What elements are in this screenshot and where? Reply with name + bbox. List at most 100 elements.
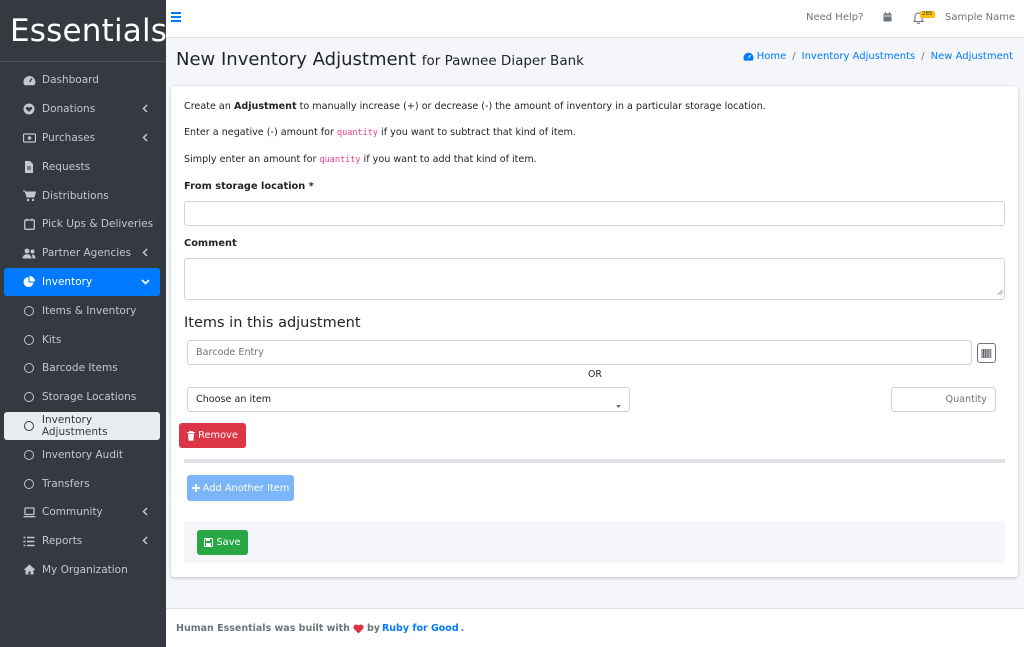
chevron-left-icon [140,506,150,518]
sidebar-item-purchases[interactable]: Purchases [4,124,160,153]
sidebar-item-inventory-audit[interactable]: Inventory Audit [4,440,160,469]
intro-line-1: Create an Adjustment to manually increas… [184,101,766,112]
items-divider [184,459,1005,463]
circle-icon [22,449,36,461]
barcode-scan-button[interactable] [977,343,996,363]
sidebar-item-dashboard[interactable]: Dashboard [4,66,160,95]
breadcrumb: Home / Inventory Adjustments / New Adjus… [743,51,1013,62]
chevron-down-icon [140,276,150,288]
sidebar-item-distributions[interactable]: Distributions [4,181,160,210]
sidebar-item-items-inventory[interactable]: Items & Inventory [4,296,160,325]
resize-handle-icon[interactable] [997,285,1003,298]
ruby-for-good-link[interactable]: Ruby for Good [382,623,459,634]
heart-icon [22,103,36,115]
sidebar-item-label: Requests [42,160,91,173]
help-link[interactable]: Need Help? [806,12,863,23]
dashboard-icon [743,52,754,62]
intro-line-2: Enter a negative (-) amount for quantity… [184,127,576,138]
sidebar-item-label: Storage Locations [42,391,137,404]
sidebar-item-label: Partner Agencies [42,247,132,260]
breadcrumb-separator: / [921,51,925,62]
comment-textarea[interactable] [184,258,1005,300]
list-icon [22,535,36,547]
quantity-input[interactable]: Quantity [891,387,996,412]
page-title-text: New Inventory Adjustment [176,49,417,70]
remove-label: Remove [198,430,238,441]
breadcrumb-home[interactable]: Home [757,51,787,62]
breadcrumb-inventory-adjustments[interactable]: Inventory Adjustments [802,51,916,62]
add-another-item-button[interactable]: Add Another Item [187,475,294,501]
sidebar-item-label: Kits [42,333,62,346]
remove-item-button[interactable]: Remove [179,423,246,448]
circle-icon [22,478,36,490]
comment-label: Comment [184,238,237,249]
sidebar-item-pickups[interactable]: Pick Ups & Deliveries [4,210,160,239]
add-item-label: Add Another Item [202,482,290,494]
sidebar-item-requests[interactable]: Requests [4,152,160,181]
sidebar-item-label: Inventory [42,275,93,288]
money-icon [22,132,36,144]
sidebar-item-transfers[interactable]: Transfers [4,469,160,498]
user-menu[interactable]: Sample Name [945,12,1015,23]
barcode-icon [981,348,992,358]
footer: Human Essentials was built with by Ruby … [166,608,1024,647]
sidebar-item-label: My Organization [42,563,128,576]
chevron-left-icon [140,132,150,144]
sidebar-item-label: Transfers [42,477,90,490]
sidebar-item-inventory-adjustments[interactable]: Inventory Adjustments [4,411,160,441]
sidebar-item-barcode-items[interactable]: Barcode Items [4,354,160,383]
save-button[interactable]: Save [197,530,248,555]
chevron-left-icon [140,247,150,259]
page-title: New Inventory Adjustment for Pawnee Diap… [176,49,584,70]
sidebar-item-donations[interactable]: Donations [4,95,160,124]
breadcrumb-separator: / [792,51,796,62]
brand-logo[interactable]: Essentials [0,0,168,62]
intro-line-3: Simply enter an amount for quantity if y… [184,154,537,165]
sidebar-item-label: Inventory Adjustments [41,413,108,438]
breadcrumb-new-adjustment[interactable]: New Adjustment [931,51,1013,62]
item-select-value: Choose an item [196,394,272,405]
brand-text: Essentials [10,12,168,49]
sidebar-item-label: Distributions [42,189,109,202]
barcode-input[interactable]: Barcode Entry [187,340,972,365]
laptop-icon [22,506,36,518]
sidebar-item-community[interactable]: Community [4,498,160,527]
chevron-left-icon [140,535,150,547]
file-icon [22,160,36,173]
sidebar-item-partner-agencies[interactable]: Partner Agencies [4,239,160,268]
circle-icon [22,391,36,403]
save-label: Save [216,537,241,548]
form-actions: Save [184,521,1005,563]
notification-badge: 285 [920,11,935,18]
save-icon [204,538,214,547]
sidebar-nav: Dashboard Donations Purchases Requests D… [0,62,166,584]
item-select[interactable]: Choose an item [187,387,630,412]
sidebar-item-storage-locations[interactable]: Storage Locations [4,383,160,412]
sidebar-item-my-organization[interactable]: My Organization [4,556,160,585]
heart-icon [353,623,364,634]
trash-icon [187,430,196,441]
footer-dot: . [460,623,465,634]
sidebar-item-label: Purchases [42,131,96,144]
users-icon [22,247,36,259]
plus-icon [191,484,200,492]
circle-icon [22,305,36,317]
sidebar-item-label: Reports [42,535,83,548]
home-icon [22,564,36,576]
tachometer-icon [22,74,36,86]
sidebar-item-inventory[interactable]: Inventory [4,267,160,297]
sidebar-item-label: Items & Inventory [42,304,137,317]
circle-icon [22,362,36,374]
menu-toggle-icon[interactable] [171,12,181,22]
calendar-icon[interactable] [883,12,892,22]
sidebar-item-label: Community [42,506,103,519]
quantity-placeholder: Quantity [945,394,987,405]
circle-icon [22,334,36,346]
sidebar-item-label: Inventory Audit [42,448,124,461]
sidebar-item-kits[interactable]: Kits [4,325,160,354]
sidebar-item-reports[interactable]: Reports [4,527,160,556]
storage-location-select[interactable] [184,201,1005,226]
circle-icon [22,420,36,432]
pie-chart-icon [22,275,36,288]
items-heading: Items in this adjustment [184,315,361,331]
